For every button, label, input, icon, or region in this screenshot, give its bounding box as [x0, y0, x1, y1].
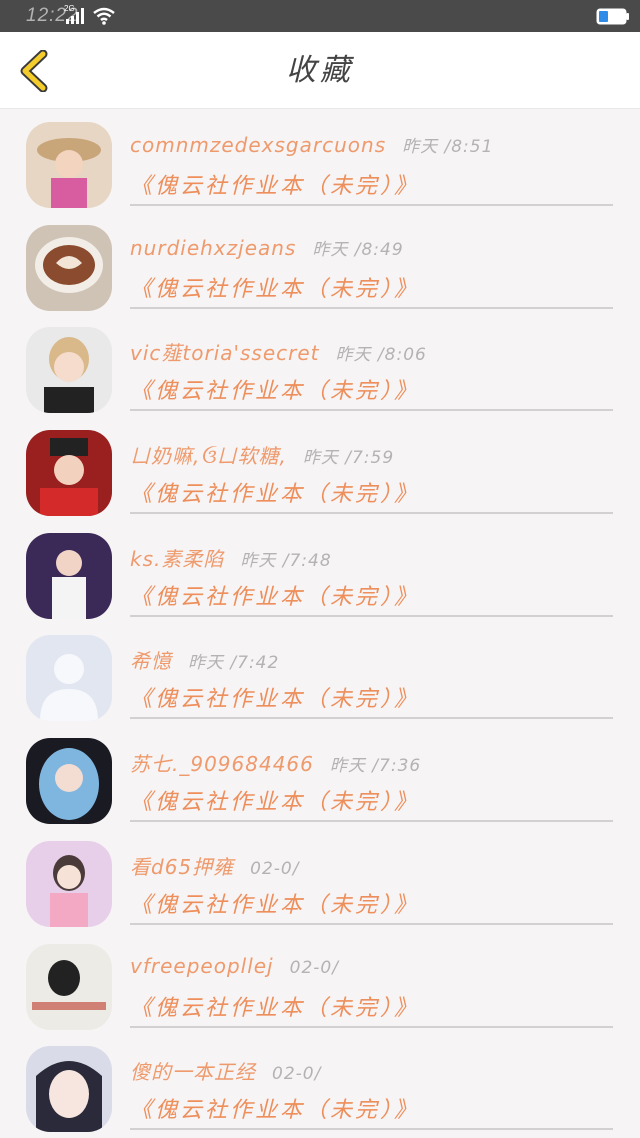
timestamp: 02-0/ — [289, 957, 339, 978]
list-item[interactable]: 傻的一本正经 02-0/ 《傀云社作业本（未完）》 — [0, 1034, 640, 1137]
timestamp: 昨天 /7:48 — [240, 550, 332, 571]
avatar — [26, 943, 112, 1030]
network-type-label: 2G — [64, 4, 75, 13]
timestamp: 昨天 /8:49 — [312, 239, 404, 260]
book-title: 《傀云社作业本（未完）》 — [130, 174, 420, 199]
avatar — [26, 738, 112, 825]
timestamp: 02-0/ — [272, 1064, 322, 1085]
username: 苏七._909684466 — [130, 752, 314, 777]
username: 看d65押雍 — [130, 854, 235, 879]
divider — [130, 204, 613, 206]
divider — [130, 922, 613, 925]
book-title: 《傀云社作业本（未完）》 — [130, 1098, 420, 1124]
timestamp: 昨天 /8:51 — [402, 137, 494, 157]
username: vic薤toria'ssecret — [130, 341, 320, 366]
favorites-list: comnmzedexsgarcuons 昨天 /8:51 《傀云社作业本（未完）》… — [0, 110, 640, 1137]
avatar — [26, 532, 112, 619]
divider — [130, 409, 613, 412]
timestamp: 昨天 /7:59 — [302, 448, 395, 469]
book-title: 《傀云社作业本（未完）》 — [130, 790, 420, 816]
list-item[interactable]: 看d65押雍 02-0/ 《傀云社作业本（未完）》 — [0, 829, 640, 932]
avatar — [26, 224, 112, 311]
battery-icon — [596, 8, 629, 25]
page-title: 收藏 — [286, 53, 354, 88]
book-title: 《傀云社作业本（未完）》 — [130, 995, 420, 1021]
list-item[interactable]: 苏七._909684466 昨天 /7:36 《傀云社作业本（未完）》 — [0, 726, 640, 829]
avatar — [26, 327, 112, 414]
timestamp: 02-0/ — [250, 858, 300, 879]
avatar — [26, 430, 112, 517]
divider — [130, 1128, 613, 1131]
header-bar: 收藏 — [0, 32, 640, 109]
list-item[interactable]: comnmzedexsgarcuons 昨天 /8:51 《傀云社作业本（未完）》 — [0, 110, 640, 213]
username: ks.素柔陷 — [130, 546, 225, 571]
timestamp: 昨天 /8:06 — [335, 345, 427, 366]
divider — [130, 820, 613, 823]
divider — [130, 614, 613, 617]
username: comnmzedexsgarcuons — [130, 133, 387, 157]
book-title: 《傀云社作业本（未完）》 — [130, 276, 420, 302]
username: 傻的一本正经 — [130, 1060, 256, 1085]
avatar — [26, 1046, 112, 1133]
status-bar: 12:22 2G — [0, 0, 640, 32]
divider — [130, 512, 613, 515]
list-item[interactable]: ㄩ奶嘛,ઉㄩ软糖, 昨天 /7:59 《傀云社作业本（未完）》 — [0, 418, 640, 521]
timestamp: 昨天 /7:36 — [329, 756, 422, 777]
username: vfreepeopllej — [130, 953, 274, 978]
book-title: 《傀云社作业本（未完）》 — [130, 892, 420, 918]
username: nurdiehxzjeans — [130, 235, 297, 260]
wifi-icon — [93, 7, 115, 25]
back-arrow-icon[interactable] — [14, 50, 54, 92]
book-title: 《傀云社作业本（未完）》 — [130, 687, 420, 713]
book-title: 《傀云社作业本（未完）》 — [130, 482, 420, 508]
list-item[interactable]: ks.素柔陷 昨天 /7:48 《傀云社作业本（未完）》 — [0, 521, 640, 624]
divider — [130, 717, 613, 720]
avatar — [26, 635, 112, 722]
username: 希憶 — [130, 649, 172, 674]
username: ㄩ奶嘛,ઉㄩ软糖, — [130, 444, 287, 469]
list-item[interactable]: 希憶 昨天 /7:42 《傀云社作业本（未完）》 — [0, 623, 640, 726]
list-item[interactable]: vfreepeopllej 02-0/ 《傀云社作业本（未完）》 — [0, 932, 640, 1035]
divider — [130, 1025, 613, 1028]
list-item[interactable]: nurdiehxzjeans 昨天 /8:49 《傀云社作业本（未完）》 — [0, 213, 640, 316]
avatar — [26, 122, 112, 208]
avatar — [26, 840, 112, 927]
timestamp: 昨天 /7:42 — [188, 653, 280, 674]
book-title: 《傀云社作业本（未完）》 — [130, 379, 420, 405]
book-title: 《傀云社作业本（未完）》 — [130, 584, 420, 610]
divider — [130, 306, 613, 309]
list-item[interactable]: vic薤toria'ssecret 昨天 /8:06 《傀云社作业本（未完）》 — [0, 315, 640, 418]
